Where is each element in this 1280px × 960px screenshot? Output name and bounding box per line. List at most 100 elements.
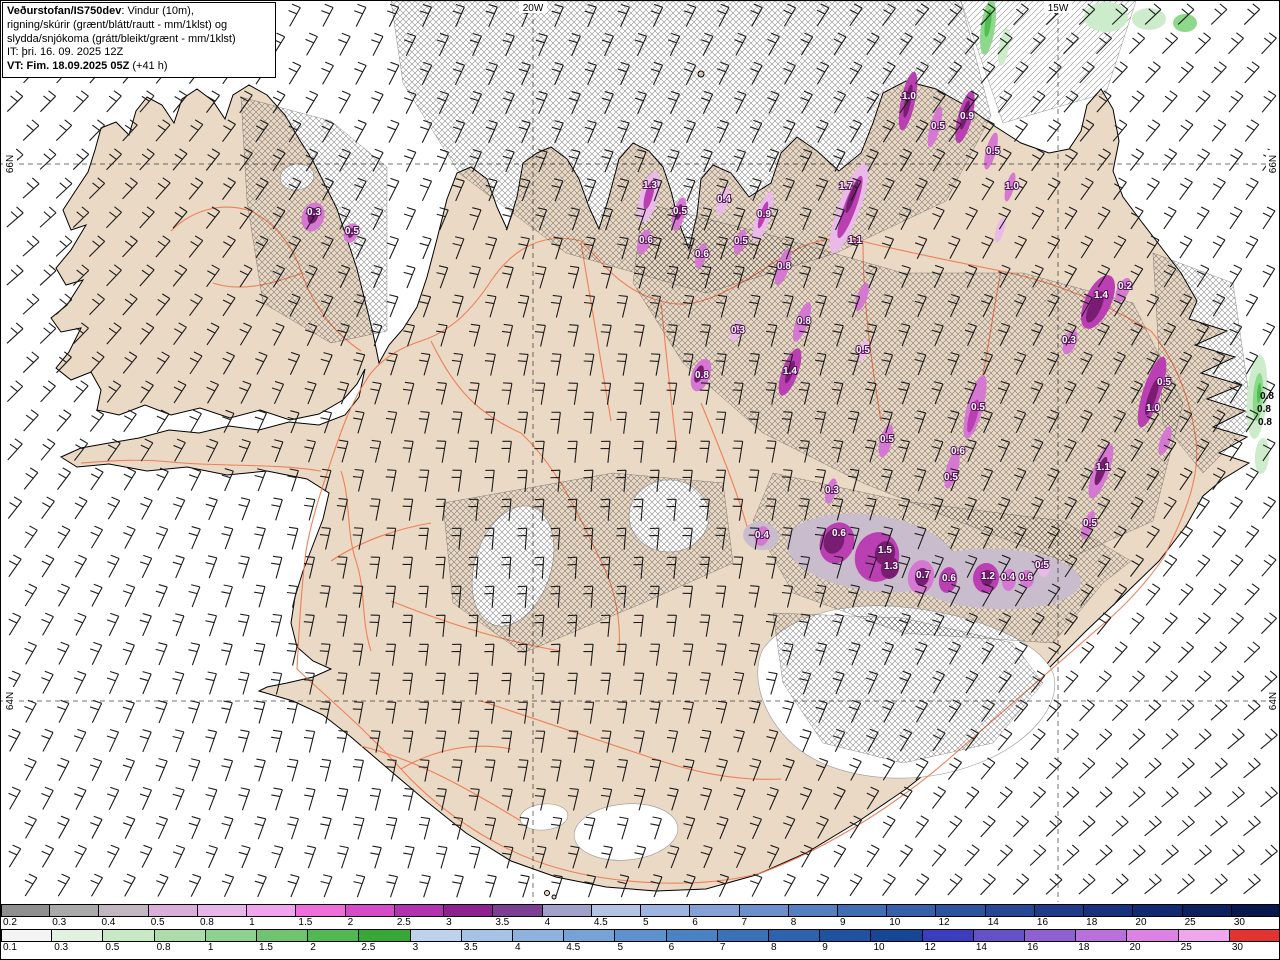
legend-value: 3.5 (495, 917, 510, 928)
legend-col: 2.5 (359, 929, 411, 954)
precip-value-label: 0.5 (673, 206, 687, 217)
legend-col: 14 (985, 904, 1035, 929)
legend-color-cell (394, 904, 445, 917)
legend-col: 25 (1182, 904, 1232, 929)
legend-col: 3.5 (493, 904, 543, 929)
legend-color-cell (50, 904, 100, 917)
precip-value-label: 0.3 (825, 485, 839, 496)
legend-col: 0.8 (154, 929, 206, 954)
legend-col: 6 (666, 929, 718, 954)
legend-value: 0.1 (3, 942, 17, 953)
legend-value: 30 (1231, 942, 1243, 953)
legend-col: 7 (739, 904, 789, 929)
precip-value-label: 0.6 (1019, 572, 1033, 583)
legend-col: 1 (205, 929, 258, 954)
legend-col: 2 (345, 904, 395, 929)
legend-color-cell (493, 904, 543, 917)
legend-value: 5 (643, 917, 649, 928)
legend-value: 25 (1184, 917, 1196, 928)
legend-color-cell (345, 904, 395, 917)
legend-color-cell (936, 904, 986, 917)
precip-value-label: 0.6 (695, 249, 709, 260)
legend-col: 0.8 (197, 904, 248, 929)
legend-color-cell (257, 929, 309, 942)
legend-col: 3 (444, 904, 494, 929)
precip-value-label: 1.3 (884, 561, 898, 572)
legend-value: 0.3 (54, 942, 69, 953)
legend-value: 10 (889, 917, 901, 928)
legend-color-cell (148, 904, 198, 917)
legend-color-cell (871, 929, 923, 942)
precip-value-label: 1.1 (848, 235, 862, 246)
legend-value: 3 (446, 917, 452, 928)
precip-value-label: 1.4 (783, 366, 797, 377)
legend-color-cell (690, 904, 740, 917)
legend-col: 8 (788, 904, 838, 929)
legend-value: 8 (790, 917, 797, 928)
legend-value: 0.3 (52, 917, 67, 928)
legend-color-cell (444, 904, 494, 917)
legend-value: 8 (771, 942, 777, 953)
precip-value-label: 0.4 (755, 530, 769, 541)
legend-color-cell (887, 904, 937, 917)
island-vestmannaeyjar (544, 890, 550, 896)
legend-color-cell (1076, 929, 1128, 942)
legend-col: 30 (1231, 904, 1279, 929)
precip-value-label: 0.4 (717, 194, 731, 205)
legend-color-cell (1034, 904, 1085, 917)
precip-value-label: 1.7 (839, 181, 853, 192)
precip-value-label: 0.8 (777, 261, 791, 272)
legend-color-cell (1127, 929, 1179, 942)
legend-col: 0.5 (148, 904, 198, 929)
legend-value: 12 (938, 917, 950, 928)
legend-col: 12 (922, 929, 974, 954)
precip-value-label: 1.0 (902, 91, 916, 102)
precip-value-label: 0.3 (731, 325, 745, 336)
legend-col: 9 (820, 929, 872, 954)
legend-value: 9 (839, 917, 846, 928)
legend-value: 0.8 (156, 942, 171, 953)
legend-value: 1.5 (259, 942, 273, 953)
precip-value-label: 0.5 (971, 402, 985, 413)
precip-value-label: 0.6 (639, 235, 653, 246)
precip-value-label: 0.5 (1035, 560, 1049, 571)
legend-col: 16 (1025, 929, 1077, 954)
legend-col: 20 (1127, 929, 1179, 954)
precip-value-label: 0.5 (734, 236, 748, 247)
legend-col: 9 (837, 904, 888, 929)
parallel-label: 64N (1268, 692, 1279, 710)
precip-value-label: 0.6 (942, 573, 956, 584)
legend-value: 16 (1036, 917, 1049, 928)
legend-color-cell (296, 904, 346, 917)
init-time: IT: þri. 16. 09. 2025 12Z (7, 46, 124, 59)
precip-value-label: 1.3 (643, 180, 657, 191)
legend-color-cell (1084, 904, 1134, 917)
meridian-label: 20W (523, 3, 544, 14)
legend-color-cell (788, 904, 838, 917)
legend-color-cell (308, 929, 360, 942)
legend-value: 12 (924, 942, 936, 953)
legend-col: 3.5 (461, 929, 514, 954)
precip-value-label: 0.3 (307, 207, 321, 218)
legend-color-cell (1231, 904, 1279, 917)
legend-value: 7 (719, 942, 726, 953)
legend-col: 8 (769, 929, 821, 954)
precip-value-label: 0.5 (944, 472, 958, 483)
legend-value: 10 (873, 942, 885, 953)
legend-col: 0.4 (99, 904, 149, 929)
legend-col: 20 (1133, 904, 1183, 929)
legend-color-cell (513, 929, 565, 942)
precip-value-label: 0.8 (695, 370, 709, 381)
legend-col: 18 (1084, 904, 1134, 929)
legend-col: 4 (513, 929, 565, 954)
legend-col: 6 (690, 904, 740, 929)
weather-forecast-page: 0.3 0.5 1.3 0.6 0.5 0.6 0.4 0.5 0.9 0.8 0.8 0.3 0.8 1… (0, 0, 1280, 960)
legend-color-cell (820, 929, 872, 942)
meridian-label: 15W (1048, 3, 1069, 14)
legend-color-cell (542, 904, 592, 917)
legend-value: 0.5 (105, 942, 120, 953)
legend-col: 0.3 (52, 929, 104, 954)
info-box: Veðurstofan/IS750dev: Vindur (10m), rign… (2, 2, 276, 78)
legend-color-cell (1182, 904, 1232, 917)
legend-value: 6 (692, 917, 698, 928)
